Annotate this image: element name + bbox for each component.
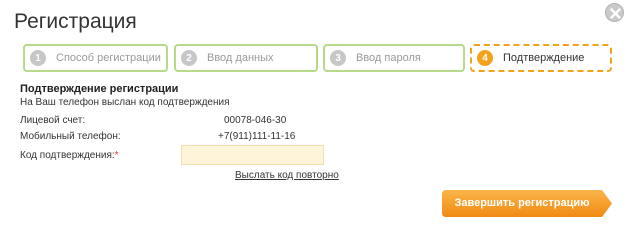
step-label: Ввод пароля xyxy=(356,52,421,64)
phone-value: +7(911)111-11-16 xyxy=(218,131,296,142)
page-title: Регистрация xyxy=(14,10,137,33)
wizard-steps: 1 Способ регистрации 2 Ввод данных 3 Вво… xyxy=(23,44,613,72)
phone-label: Мобильный телефон: xyxy=(20,131,121,142)
account-label: Лицевой счет: xyxy=(20,115,86,126)
sms-sent-note: На Ваш телефон выслан код подтверждения xyxy=(20,97,230,108)
finish-registration-button[interactable]: Завершить регистрацию xyxy=(442,190,613,217)
step-confirmation[interactable]: 4 Подтверждение xyxy=(470,44,612,72)
step-number: 1 xyxy=(30,50,46,66)
step-label: Ввод данных xyxy=(207,52,274,64)
step-number: 4 xyxy=(477,50,493,66)
step-data-entry[interactable]: 2 Ввод данных xyxy=(174,44,318,72)
required-mark: * xyxy=(114,150,119,161)
step-password-entry[interactable]: 3 Ввод пароля xyxy=(323,44,465,72)
confirmation-code-input[interactable] xyxy=(181,145,324,165)
code-label-row: Код подтверждения:* xyxy=(20,150,119,161)
resend-code-link[interactable]: Выслать код повторно xyxy=(235,170,339,181)
close-icon xyxy=(610,8,621,19)
close-button[interactable] xyxy=(605,3,624,22)
code-label: Код подтверждения: xyxy=(20,150,115,161)
account-value: 00078-046-30 xyxy=(224,115,287,126)
finish-registration-label: Завершить регистрацию xyxy=(454,197,590,209)
step-label: Способ регистрации xyxy=(56,52,161,64)
step-registration-method[interactable]: 1 Способ регистрации xyxy=(23,44,168,72)
step-number: 3 xyxy=(330,50,346,66)
step-number: 2 xyxy=(181,50,197,66)
step-label: Подтверждение xyxy=(503,52,585,64)
section-title: Подтверждение регистрации xyxy=(20,83,179,95)
